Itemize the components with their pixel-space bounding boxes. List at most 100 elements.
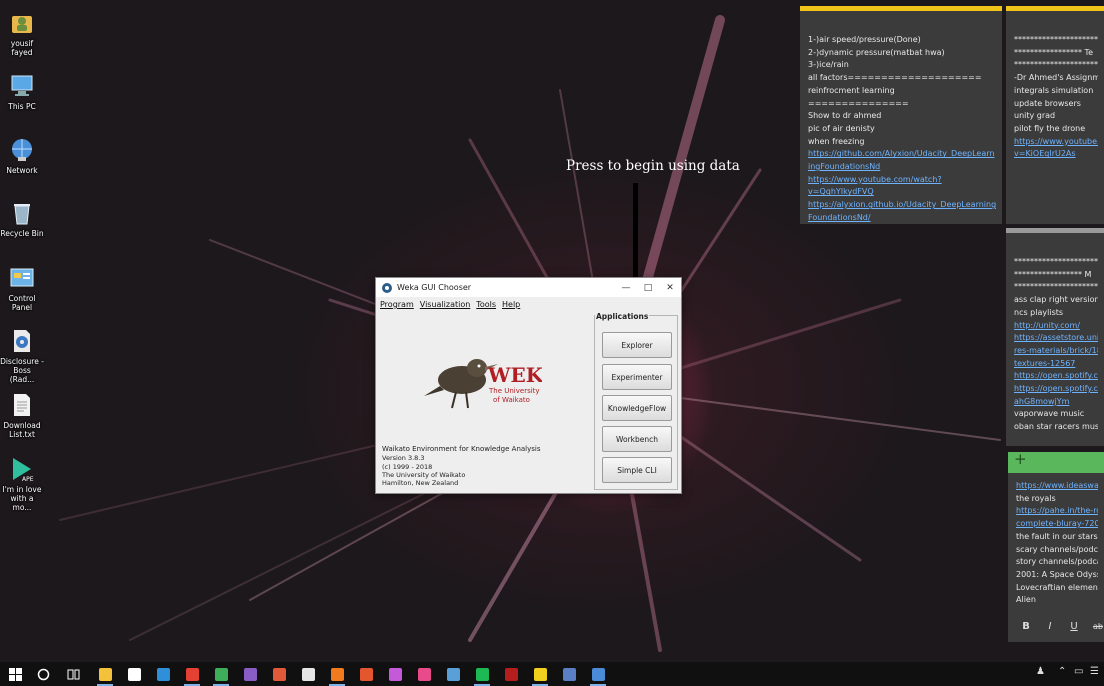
note-link[interactable]: https://assetstore.unity [1014,332,1098,345]
note-link[interactable]: https://alyxion.github.io/Udacity_DeepLe… [808,199,996,212]
network-tray-icon[interactable]: ☰ [1090,666,1099,677]
experimenter-button[interactable]: Experimenter [602,364,672,390]
note-line: 3-)ice/rain [808,60,849,70]
note-line: all factors==================== [808,73,982,83]
show-hidden-icons-icon[interactable]: ⌃ [1058,666,1066,677]
menu-program[interactable]: Program [380,300,414,309]
window-titlebar[interactable]: Weka GUI Chooser — □ ✕ [376,278,681,297]
note-line: vaporwave music [1014,409,1085,419]
note-link[interactable]: textures-12567 [1014,358,1098,371]
note-link[interactable]: FoundationsNd/ [808,212,996,224]
minimize-button[interactable]: — [615,278,637,297]
note-link[interactable]: https://www.youtube.c [1014,136,1098,149]
menu-help[interactable]: Help [502,300,520,309]
itunes-taskbar-button[interactable] [415,665,433,683]
weka-taskbar-taskbar-button[interactable] [589,665,607,686]
note-line: ass clap right version [1014,295,1098,305]
desktop-icon-this-pc[interactable]: This PC [0,73,44,111]
purple-app-icon [388,667,402,681]
weka-gui-chooser-window[interactable]: Weka GUI Chooser — □ ✕ Program Visualiza… [375,277,682,494]
note-line: Lovecraftian elements [1016,582,1098,592]
visual-studio-taskbar-button[interactable] [241,665,259,683]
dark-red-app-taskbar-button[interactable] [502,665,520,683]
people-icon[interactable]: ♟ [1036,666,1045,677]
menu-visualization[interactable]: Visualization [420,300,471,309]
bold-button[interactable]: B [1020,621,1032,634]
note-line: pic of air denisty [808,123,875,133]
desktop-icon-recycle-bin[interactable]: Recycle Bin [0,200,44,238]
sticky-notes-taskbar-button[interactable] [531,665,549,686]
computer-icon [9,73,35,99]
note-line: ncs playlists [1014,307,1064,317]
spotify-icon [475,667,489,681]
workbench-button[interactable]: Workbench [602,426,672,452]
simple-cli-button[interactable]: Simple CLI [602,457,672,483]
knowledgeflow-button[interactable]: KnowledgeFlow [602,395,672,421]
desktop-icon-ape-shortcut[interactable]: APE I'm in love with a mo... [0,456,44,512]
file-explorer-taskbar-button[interactable] [96,665,114,686]
note-link[interactable]: https://www.youtube.com/watch? [808,174,996,187]
maximize-button[interactable]: □ [637,278,659,297]
colorful-app-icon [272,667,286,681]
spotify-taskbar-button[interactable] [473,665,491,686]
desktop-icon-download-list[interactable]: Download List.txt [0,392,44,439]
strikethrough-button[interactable]: ab [1092,621,1104,634]
note-link[interactable]: https://open.spotify.co [1014,370,1098,383]
task-view-icon [67,669,79,679]
desktop-icon-disclosure[interactable]: Disclosure - Boss (Rad... [0,328,44,384]
sticky-note-2[interactable]: ******************************** ********… [1006,6,1104,224]
note-link[interactable]: https://www.ideaswatc [1016,480,1098,493]
chrome-taskbar-button[interactable] [183,665,201,686]
note-line: ******************************** [1014,60,1098,70]
green-app-taskbar-button[interactable] [212,665,230,686]
task-view-button[interactable] [64,665,82,683]
italic-button[interactable]: I [1044,621,1056,634]
add-note-button[interactable]: + [1014,452,1027,466]
desktop-icon-label: Recycle Bin [0,229,44,238]
steam-taskbar-button[interactable] [444,665,462,683]
start-button[interactable] [6,665,24,683]
note-link[interactable]: https://github.com/Alyxion/Udacity_DeepL… [808,148,996,161]
colorful-app-taskbar-button[interactable] [270,665,288,683]
unity-taskbar-button[interactable] [299,665,317,683]
note-link[interactable]: http://unity.com/ [1014,320,1098,333]
underline-button[interactable]: U [1068,621,1080,634]
sticky-note-4[interactable]: + https://www.ideaswatc the royals https:… [1008,452,1104,642]
sticky-note-1[interactable]: 1-)air speed/pressure(Done) 2-)dynamic pr… [800,6,1002,224]
red-app-taskbar-button[interactable] [357,665,375,683]
desktop-icon-control-panel[interactable]: Control Panel [0,265,44,312]
purple-app-taskbar-button[interactable] [386,665,404,683]
sticky-note-3[interactable]: ******************************** ********… [1006,228,1104,446]
info-line: Version 3.8.3 [382,454,425,463]
battery-icon[interactable]: ▭ [1074,666,1083,677]
chat-app-icon [562,667,576,681]
note-link[interactable]: v=QqhYIkydFVQ [808,186,996,199]
note-link[interactable]: ahG8mowjYm [1014,396,1098,409]
desktop-icon-network[interactable]: Network [0,137,44,175]
note-link[interactable]: complete-bluray-720p [1016,518,1098,531]
note-link[interactable]: ingFoundationsNd [808,161,996,174]
control-panel-icon [9,265,35,291]
sticky-notes-icon [533,667,547,681]
note-line: oban star racers music [1014,422,1098,432]
desktop-icon-user-folder[interactable]: yousif fayed [0,10,44,57]
store-taskbar-button[interactable] [125,665,143,683]
note-line: ******************************** [1014,35,1098,44]
note-link[interactable]: res-materials/brick/18- [1014,345,1098,358]
menu-tools[interactable]: Tools [476,300,496,309]
edge-taskbar-button[interactable] [154,665,172,683]
note-line: ******************************** [1014,282,1098,292]
note-link[interactable]: https://pahe.in/the-ro [1016,505,1098,518]
applications-label: Applications [595,312,650,321]
firefox-taskbar-button[interactable] [328,665,346,686]
desktop-icon-label: Network [6,166,38,175]
note-line: update browsers [1014,98,1081,108]
search-button[interactable] [34,665,52,683]
explorer-button[interactable]: Explorer [602,332,672,358]
chat-app-taskbar-button[interactable] [560,665,578,683]
desktop-icon-label: Download List.txt [3,421,41,439]
note-line: the fault in our stars [1016,531,1098,541]
note-link[interactable]: https://open.spotify.co [1014,383,1098,396]
close-button[interactable]: ✕ [659,278,681,297]
note-link[interactable]: v=KiOEqIrU2As [1014,148,1098,161]
